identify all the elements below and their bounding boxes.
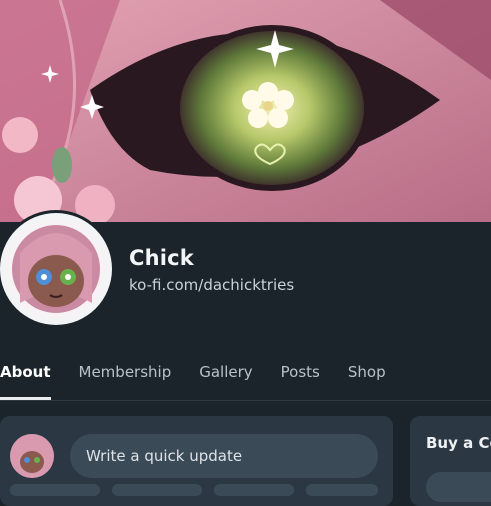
post-type-button[interactable] <box>10 484 100 496</box>
tab-posts[interactable]: Posts <box>281 355 320 400</box>
support-amount-button[interactable] <box>426 472 491 502</box>
page-url[interactable]: ko-fi.com/dachicktries <box>129 276 294 294</box>
support-card-title: Buy a Co <box>426 434 491 452</box>
support-card: Buy a Co <box>410 416 491 506</box>
post-type-button[interactable] <box>214 484 294 496</box>
profile-tabs: About Membership Gallery Posts Shop <box>0 355 491 401</box>
post-type-button[interactable] <box>112 484 202 496</box>
cover-banner <box>0 0 491 222</box>
tab-membership[interactable]: Membership <box>79 355 172 400</box>
post-type-buttons <box>0 484 393 496</box>
avatar-image-small <box>10 434 54 478</box>
profile-avatar[interactable] <box>0 213 112 325</box>
tab-about[interactable]: About <box>0 355 51 400</box>
cover-artwork <box>0 0 491 222</box>
tab-shop[interactable]: Shop <box>348 355 386 400</box>
composer-avatar <box>10 434 54 478</box>
page-title: Chick <box>129 246 194 270</box>
tab-gallery[interactable]: Gallery <box>199 355 252 400</box>
avatar-image <box>6 219 106 319</box>
quick-update-input[interactable]: Write a quick update <box>70 434 378 478</box>
post-type-button[interactable] <box>306 484 378 496</box>
